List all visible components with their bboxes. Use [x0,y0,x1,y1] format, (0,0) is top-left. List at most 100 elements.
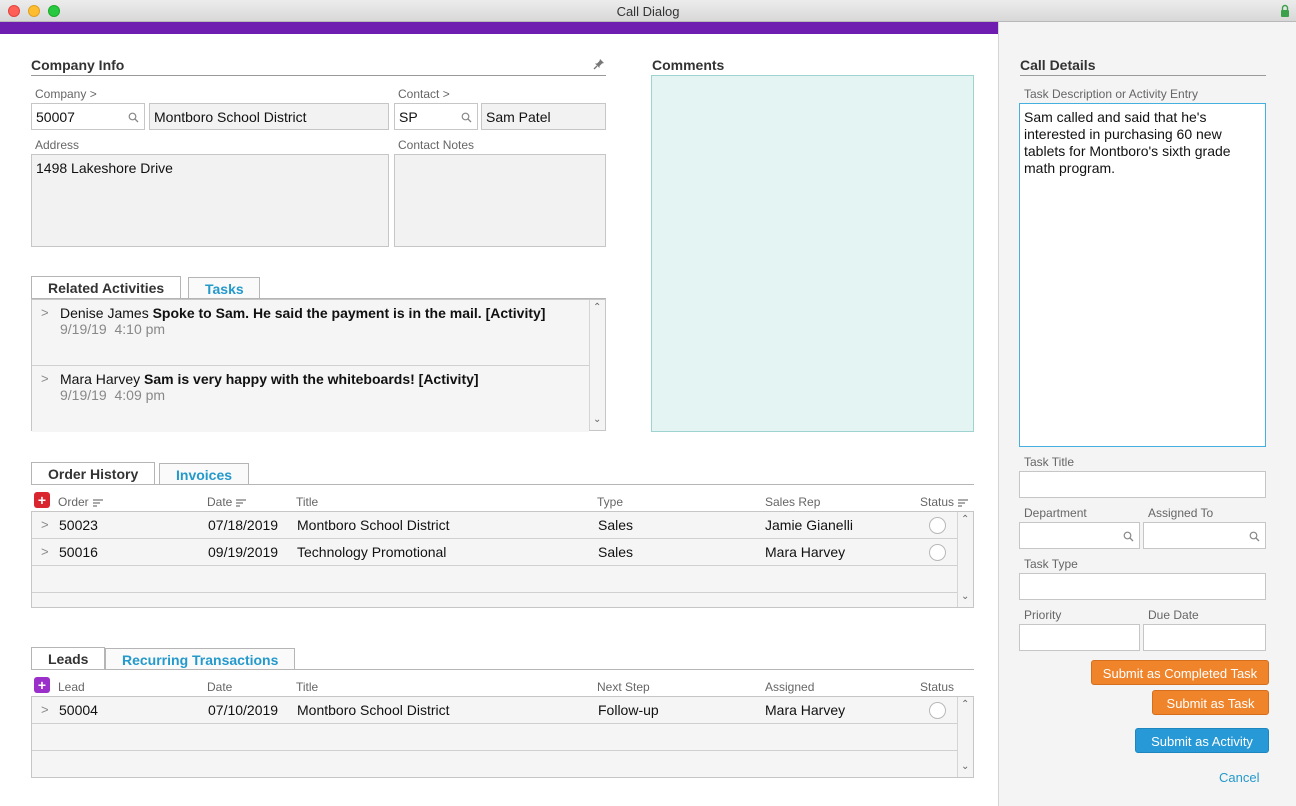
address-value: 1498 Lakeshore Drive [36,160,173,176]
list-item[interactable]: > Mara Harvey Sam is very happy with the… [32,366,589,432]
task-description-textarea[interactable]: Sam called and said that he's interested… [1019,103,1266,447]
address-field[interactable]: 1498 Lakeshore Drive [31,154,389,247]
assigned-to-input[interactable] [1143,522,1266,549]
tab-leads[interactable]: Leads [31,647,106,670]
comments-textarea[interactable] [651,75,974,432]
col-title[interactable]: Title [296,680,318,694]
table-row[interactable]: > 50016 09/19/2019 Technology Promotiona… [32,539,957,566]
company-info-title: Company Info [31,57,125,73]
col-date[interactable]: Date [207,680,232,694]
order-type: Sales [598,544,634,560]
add-order-button[interactable]: + [34,492,50,508]
search-icon[interactable] [461,112,472,123]
scroll-down-icon[interactable]: ⌄ [961,591,969,602]
task-title-input[interactable] [1019,471,1266,498]
col-order[interactable]: Order [58,495,89,509]
priority-input[interactable] [1019,624,1140,651]
lead-title: Montboro School District [297,702,450,718]
tab-related-activities[interactable]: Related Activities [31,276,182,299]
window-titlebar: Call Dialog [0,0,1296,22]
chevron-right-icon[interactable]: > [41,305,49,320]
scroll-down-icon[interactable]: ⌄ [961,761,969,772]
task-description-label: Task Description or Activity Entry [1024,87,1199,101]
tab-recurring-transactions[interactable]: Recurring Transactions [105,648,296,670]
cancel-link[interactable]: Cancel [1219,770,1259,785]
window-title: Call Dialog [616,4,680,19]
company-id-field[interactable]: 50007 [31,103,145,130]
due-date-input[interactable] [1143,624,1266,651]
orders-table: > 50023 07/18/2019 Montboro School Distr… [31,511,974,608]
tab-tasks[interactable]: Tasks [188,277,260,299]
submit-completed-task-button[interactable]: Submit as Completed Task [1091,660,1269,685]
activity-date: 9/19/19 [60,387,107,403]
submit-activity-button[interactable]: Submit as Activity [1135,728,1269,753]
scroll-up-icon[interactable]: ⌃ [961,699,969,710]
sort-icon[interactable] [958,499,969,507]
col-date[interactable]: Date [207,495,232,509]
contact-notes-label: Contact Notes [398,138,475,152]
company-name-field[interactable]: Montboro School District [149,103,389,130]
add-lead-button[interactable]: + [34,677,50,693]
sort-icon[interactable] [236,499,247,507]
order-rep: Jamie Gianelli [765,517,853,533]
tab-invoices[interactable]: Invoices [159,463,250,485]
company-link-label[interactable]: Company > [35,87,97,101]
table-row[interactable]: > 50004 07/10/2019 Montboro School Distr… [32,697,957,724]
contact-name-value: Sam Patel [486,109,551,125]
scroll-up-icon[interactable]: ⌃ [593,302,601,313]
col-sales-rep[interactable]: Sales Rep [765,495,820,509]
order-type: Sales [598,517,634,533]
leads-tabs-divider [31,669,974,670]
contact-link-label[interactable]: Contact > [398,87,450,101]
col-assigned[interactable]: Assigned [765,680,814,694]
leads-scrollbar[interactable]: ⌃ ⌄ [957,697,973,777]
col-title[interactable]: Title [296,495,318,509]
scroll-up-icon[interactable]: ⌃ [961,514,969,525]
order-number: 50023 [59,517,98,533]
orders-scrollbar[interactable]: ⌃ ⌄ [957,512,973,607]
task-type-label: Task Type [1024,557,1078,571]
pin-icon[interactable] [593,58,605,70]
status-indicator[interactable] [929,702,946,719]
search-icon[interactable] [128,112,139,123]
chevron-right-icon[interactable]: > [41,371,49,386]
contact-notes-field[interactable] [394,154,606,247]
department-input[interactable] [1019,522,1140,549]
activity-author: Denise James [60,305,149,321]
search-icon[interactable] [1249,531,1260,542]
chevron-right-icon[interactable]: > [41,702,49,717]
lead-number: 50004 [59,702,98,718]
sort-icon[interactable] [92,499,103,507]
table-row [32,724,957,751]
tab-order-history[interactable]: Order History [31,462,156,485]
contact-name-field[interactable]: Sam Patel [481,103,606,130]
activity-text: Sam is very happy with the whiteboards! … [144,371,479,387]
priority-label: Priority [1024,608,1062,622]
activity-time: 4:09 pm [114,387,166,403]
orders-tabs-divider [31,484,974,485]
status-indicator[interactable] [929,517,946,534]
col-next-step[interactable]: Next Step [597,680,650,694]
department-label: Department [1024,506,1087,520]
scroll-down-icon[interactable]: ⌄ [593,414,601,425]
order-date: 09/19/2019 [208,544,279,560]
chevron-right-icon[interactable]: > [41,517,49,532]
col-lead[interactable]: Lead [58,680,85,694]
list-item[interactable]: > Denise James Spoke to Sam. He said the… [32,300,589,366]
status-indicator[interactable] [929,544,946,561]
col-type[interactable]: Type [597,495,623,509]
related-scrollbar[interactable]: ⌃ ⌄ [589,300,605,430]
chevron-right-icon[interactable]: > [41,544,49,559]
leads-table: > 50004 07/10/2019 Montboro School Distr… [31,696,974,778]
address-label: Address [35,138,80,152]
activity-text: Spoke to Sam. He said the payment is in … [152,305,546,321]
accent-bar [0,22,998,34]
order-date: 07/18/2019 [208,517,279,533]
submit-task-button[interactable]: Submit as Task [1152,690,1269,715]
col-status[interactable]: Status [920,495,954,509]
search-icon[interactable] [1123,531,1134,542]
task-type-input[interactable] [1019,573,1266,600]
contact-code-field[interactable]: SP [394,103,478,130]
table-row[interactable]: > 50023 07/18/2019 Montboro School Distr… [32,512,957,539]
col-status[interactable]: Status [920,680,954,694]
